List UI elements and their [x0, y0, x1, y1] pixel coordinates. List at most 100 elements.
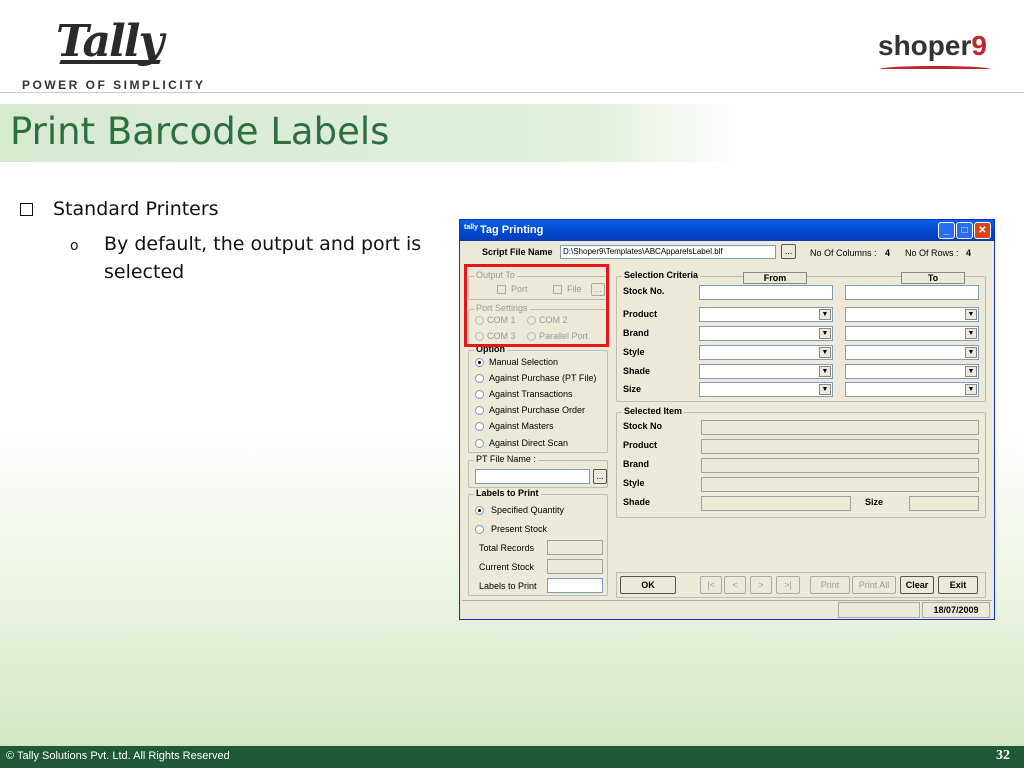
sel-stock-no-label: Stock No	[623, 421, 663, 431]
brand-from-select[interactable]: ▼	[699, 326, 833, 341]
option-radio-direct-scan[interactable]	[475, 439, 484, 448]
brand-tagline: POWER OF SIMPLICITY	[22, 78, 206, 92]
script-browse-button[interactable]: ...	[781, 244, 796, 259]
page-number: 32	[996, 748, 1010, 763]
option-radio-purchase-order[interactable]	[475, 406, 484, 415]
script-file-input[interactable]: D:\Shoper9\Templates\ABCApparelsLabel.bl…	[560, 245, 776, 259]
pt-file-input[interactable]	[475, 469, 590, 484]
rows-label: No Of Rows :	[905, 248, 959, 258]
print-all-button[interactable]: Print All	[852, 576, 896, 594]
page-title: Print Barcode Labels	[10, 110, 390, 153]
option-radio-manual[interactable]	[475, 358, 484, 367]
to-column-header: To	[901, 272, 965, 284]
stock-no-label: Stock No.	[623, 286, 665, 296]
size-to-select[interactable]: ▼	[845, 382, 979, 397]
header-divider	[0, 92, 1024, 93]
labels-to-print-group: Labels to Print Specified Quantity Prese…	[468, 488, 608, 596]
style-to-select[interactable]: ▼	[845, 345, 979, 360]
last-record-button[interactable]: >|	[776, 576, 800, 594]
sel-size-field	[909, 496, 979, 511]
shoper9-logo: shoper9	[878, 30, 990, 69]
sel-brand-label: Brand	[623, 459, 650, 469]
selection-criteria-group: Selection Criteria From To Stock No. Pro…	[616, 270, 986, 402]
close-button[interactable]: ✕	[974, 222, 991, 239]
chevron-down-icon[interactable]: ▼	[965, 384, 977, 395]
sel-style-label: Style	[623, 478, 645, 488]
tally-app-icon: tally	[464, 224, 479, 231]
chevron-down-icon[interactable]: ▼	[819, 309, 831, 320]
style-label: Style	[623, 347, 645, 357]
circle-bullet-icon: o	[70, 238, 79, 254]
chevron-down-icon[interactable]: ▼	[965, 309, 977, 320]
columns-label: No Of Columns :	[810, 248, 877, 258]
chevron-down-icon[interactable]: ▼	[965, 366, 977, 377]
total-records-label: Total Records	[479, 543, 535, 553]
product-label: Product	[623, 309, 658, 319]
option-radio-transactions[interactable]	[475, 390, 484, 399]
labels-to-print-input[interactable]	[547, 578, 603, 593]
option-transactions-label: Against Transactions	[489, 389, 573, 399]
sel-shade-label: Shade	[623, 497, 651, 507]
print-button[interactable]: Print	[810, 576, 850, 594]
copyright-text: © Tally Solutions Pvt. Ltd. All Rights R…	[6, 750, 230, 762]
shade-to-select[interactable]: ▼	[845, 364, 979, 379]
footer: © Tally Solutions Pvt. Ltd. All Rights R…	[0, 746, 1024, 768]
chevron-down-icon[interactable]: ▼	[965, 328, 977, 339]
option-manual-label: Manual Selection	[489, 357, 559, 367]
specified-quantity-radio[interactable]	[475, 506, 484, 515]
shade-label: Shade	[623, 366, 651, 376]
chevron-down-icon[interactable]: ▼	[819, 384, 831, 395]
stock-no-to-input[interactable]	[845, 285, 979, 300]
chevron-down-icon[interactable]: ▼	[965, 347, 977, 358]
product-from-select[interactable]: ▼	[699, 307, 833, 322]
style-from-select[interactable]: ▼	[699, 345, 833, 360]
option-group: Option Manual Selection Against Purchase…	[468, 344, 608, 453]
chevron-down-icon[interactable]: ▼	[819, 366, 831, 377]
columns-value: 4	[885, 248, 891, 258]
labels-to-print-caption: Labels to Print	[474, 488, 541, 498]
brand-label: Brand	[623, 328, 650, 338]
current-stock-label: Current Stock	[479, 562, 535, 572]
script-file-label: Script File Name	[482, 247, 553, 257]
bullet-level2-text: By default, the output and port is selec…	[104, 233, 422, 283]
clear-button[interactable]: Clear	[900, 576, 934, 594]
sel-size-label: Size	[865, 497, 884, 507]
size-from-select[interactable]: ▼	[699, 382, 833, 397]
first-record-button[interactable]: |<	[700, 576, 722, 594]
from-column-header: From	[743, 272, 807, 284]
chevron-down-icon[interactable]: ▼	[819, 347, 831, 358]
pt-file-browse-button[interactable]: ...	[593, 469, 607, 484]
checkbox-bullet-icon	[20, 203, 33, 216]
minimize-button[interactable]: _	[938, 222, 955, 239]
window-title: Tag Printing	[480, 224, 544, 236]
status-pane	[838, 602, 920, 618]
rows-value: 4	[966, 248, 972, 258]
option-purchase-label: Against Purchase (PT File)	[489, 373, 597, 383]
ok-button[interactable]: OK	[620, 576, 676, 594]
present-stock-radio[interactable]	[475, 525, 484, 534]
product-to-select[interactable]: ▼	[845, 307, 979, 322]
stock-no-from-input[interactable]	[699, 285, 833, 300]
sel-brand-field	[701, 458, 979, 473]
sel-product-label: Product	[623, 440, 658, 450]
highlight-box	[464, 264, 609, 347]
prev-record-button[interactable]: <	[724, 576, 746, 594]
option-radio-masters[interactable]	[475, 422, 484, 431]
brand-to-select[interactable]: ▼	[845, 326, 979, 341]
next-record-button[interactable]: >	[750, 576, 772, 594]
option-direct-scan-label: Against Direct Scan	[489, 438, 569, 448]
sel-product-field	[701, 439, 979, 454]
chevron-down-icon[interactable]: ▼	[819, 328, 831, 339]
labels-to-print-label: Labels to Print	[479, 581, 537, 591]
selected-item-group: Selected Item Stock No Product Brand Sty…	[616, 406, 986, 518]
exit-button[interactable]: Exit	[938, 576, 978, 594]
option-purchase-order-label: Against Purchase Order	[489, 405, 586, 415]
option-radio-purchase[interactable]	[475, 374, 484, 383]
selected-item-caption: Selected Item	[622, 406, 685, 416]
window-titlebar[interactable]: tally Tag Printing _ □ ✕	[460, 220, 994, 241]
total-records-field	[547, 540, 603, 555]
shade-from-select[interactable]: ▼	[699, 364, 833, 379]
selection-criteria-caption: Selection Criteria	[622, 270, 701, 280]
current-stock-field	[547, 559, 603, 574]
maximize-button[interactable]: □	[956, 222, 973, 239]
